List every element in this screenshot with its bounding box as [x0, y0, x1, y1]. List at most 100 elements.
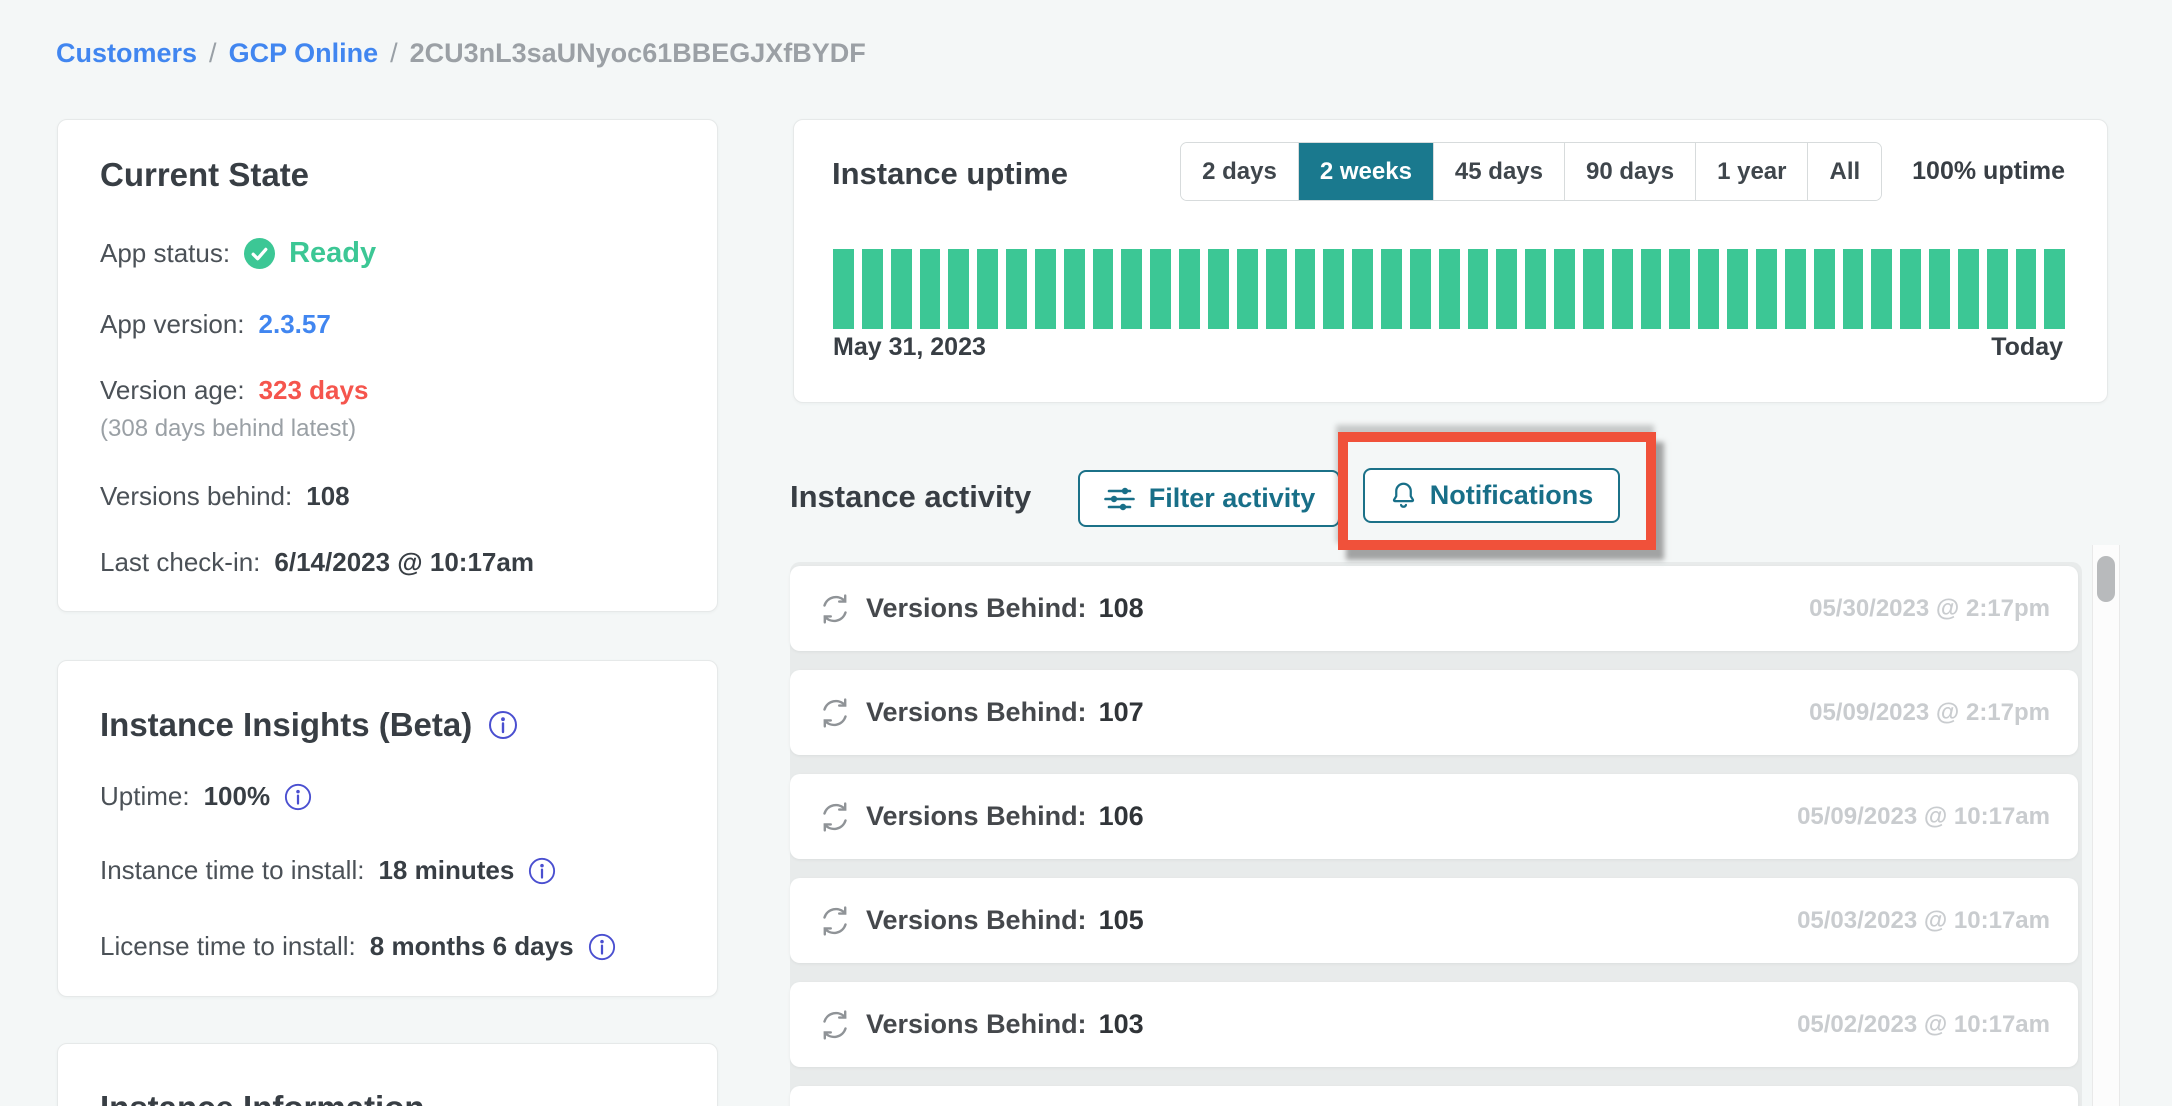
uptime-range-button[interactable]: All [1807, 143, 1881, 200]
info-icon[interactable] [488, 710, 518, 740]
activity-row-value: 103 [1099, 1009, 1144, 1040]
last-checkin-label: Last check-in: [100, 547, 260, 578]
uptime-bar [1468, 249, 1489, 329]
uptime-bar [1121, 249, 1142, 329]
uptime-bar [1266, 249, 1287, 329]
breadcrumb-instance-id: 2CU3nL3saUNyoc61BBEGJXfBYDF [410, 38, 866, 69]
version-age-label: Version age: [100, 375, 245, 406]
scrollbar-thumb[interactable] [2097, 556, 2115, 602]
sync-icon [818, 1008, 852, 1042]
bell-icon [1390, 481, 1417, 510]
uptime-start-label: May 31, 2023 [833, 333, 986, 362]
scrollbar-track[interactable] [2092, 545, 2120, 1106]
versions-behind-value: 108 [306, 481, 349, 512]
info-icon[interactable] [528, 857, 556, 885]
uptime-bar-chart [833, 249, 2065, 329]
uptime-bar [1843, 249, 1864, 329]
instance-information-title: Instance Information [100, 1089, 425, 1106]
instance-install-value: 18 minutes [378, 855, 514, 886]
uptime-bar [1900, 249, 1921, 329]
uptime-end-label: Today [1991, 333, 2063, 362]
version-age-row: Version age: 323 days [100, 375, 368, 406]
uptime-range-button[interactable]: 45 days [1433, 143, 1564, 200]
activity-row: Versions Behind: 106 05/09/2023 @ 10:17a… [790, 774, 2078, 859]
breadcrumb-link-customers[interactable]: Customers [56, 38, 197, 69]
last-checkin-row: Last check-in: 6/14/2023 @ 10:17am [100, 547, 534, 578]
uptime-bar [2016, 249, 2037, 329]
uptime-range-button[interactable]: 2 weeks [1298, 143, 1433, 200]
uptime-bar [1554, 249, 1575, 329]
uptime-bar [1698, 249, 1719, 329]
breadcrumb: Customers / GCP Online / 2CU3nL3saUNyoc6… [56, 38, 866, 69]
versions-behind-label: Versions behind: [100, 481, 292, 512]
breadcrumb-link-customer[interactable]: GCP Online [229, 38, 379, 69]
sync-icon [818, 592, 852, 626]
uptime-bar [1641, 249, 1662, 329]
uptime-bar [1496, 249, 1517, 329]
app-status-row: App status: Ready [100, 237, 376, 270]
app-version-row: App version: 2.3.57 [100, 309, 331, 340]
uptime-range-button[interactable]: 2 days [1181, 143, 1298, 200]
instance-insights-card: Instance Insights (Beta) Uptime: 100% In… [57, 660, 718, 997]
activity-row-timestamp: 05/09/2023 @ 2:17pm [1809, 699, 2050, 727]
uptime-bar [1756, 249, 1777, 329]
activity-row-partial [790, 1086, 2078, 1106]
uptime-bar [1237, 249, 1258, 329]
uptime-bar [2044, 249, 2065, 329]
uptime-bar [833, 249, 854, 329]
uptime-bar [1525, 249, 1546, 329]
activity-row-value: 105 [1099, 905, 1144, 936]
uptime-bar [1064, 249, 1085, 329]
uptime-bar [1439, 249, 1460, 329]
uptime-bar [862, 249, 883, 329]
uptime-bar [1410, 249, 1431, 329]
notifications-label: Notifications [1430, 480, 1594, 511]
current-state-card: Current State App status: Ready App vers… [57, 119, 718, 612]
app-version-label: App version: [100, 309, 245, 340]
uptime-bar [1150, 249, 1171, 329]
license-install-row: License time to install: 8 months 6 days [100, 931, 616, 962]
version-age-note: (308 days behind latest) [100, 415, 356, 443]
current-state-title: Current State [100, 156, 309, 194]
breadcrumb-separator: / [209, 38, 217, 69]
uptime-bar [1583, 249, 1604, 329]
activity-row-timestamp: 05/09/2023 @ 10:17am [1797, 803, 2050, 831]
notifications-button[interactable]: Notifications [1363, 468, 1620, 523]
app-status-label: App status: [100, 238, 230, 269]
info-icon[interactable] [588, 933, 616, 961]
instance-install-row: Instance time to install: 18 minutes [100, 855, 556, 886]
uptime-bar [1987, 249, 2008, 329]
filter-activity-label: Filter activity [1149, 483, 1316, 514]
uptime-bar [1727, 249, 1748, 329]
activity-row: Versions Behind: 107 05/09/2023 @ 2:17pm [790, 670, 2078, 755]
activity-row: Versions Behind: 105 05/03/2023 @ 10:17a… [790, 878, 2078, 963]
activity-row-label: Versions Behind: [866, 905, 1087, 936]
app-status-value: Ready [289, 237, 376, 270]
uptime-row: Uptime: 100% [100, 781, 312, 812]
license-install-label: License time to install: [100, 931, 356, 962]
page: Customers / GCP Online / 2CU3nL3saUNyoc6… [0, 0, 2172, 1106]
activity-row-timestamp: 05/03/2023 @ 10:17am [1797, 907, 2050, 935]
instance-information-card: Instance Information [57, 1043, 718, 1106]
app-version-value[interactable]: 2.3.57 [259, 309, 331, 340]
version-age-value: 323 days [259, 375, 369, 406]
instance-insights-title-row: Instance Insights (Beta) [100, 706, 518, 744]
uptime-bar [1093, 249, 1114, 329]
uptime-bar [1179, 249, 1200, 329]
uptime-bar [948, 249, 969, 329]
filter-activity-button[interactable]: Filter activity [1078, 470, 1340, 527]
uptime-bar [1785, 249, 1806, 329]
uptime-bar [1612, 249, 1633, 329]
uptime-range-group: 2 days2 weeks45 days90 days1 yearAll [1180, 142, 1882, 201]
uptime-bar [1814, 249, 1835, 329]
uptime-range-button[interactable]: 1 year [1695, 143, 1807, 200]
sliders-icon [1103, 485, 1136, 513]
uptime-bar [1381, 249, 1402, 329]
uptime-bar [920, 249, 941, 329]
instance-activity-title: Instance activity [790, 479, 1031, 515]
info-icon[interactable] [284, 783, 312, 811]
activity-row: Versions Behind: 108 05/30/2023 @ 2:17pm [790, 566, 2078, 651]
uptime-range-button[interactable]: 90 days [1564, 143, 1695, 200]
last-checkin-value: 6/14/2023 @ 10:17am [274, 547, 534, 578]
activity-row-value: 108 [1099, 593, 1144, 624]
